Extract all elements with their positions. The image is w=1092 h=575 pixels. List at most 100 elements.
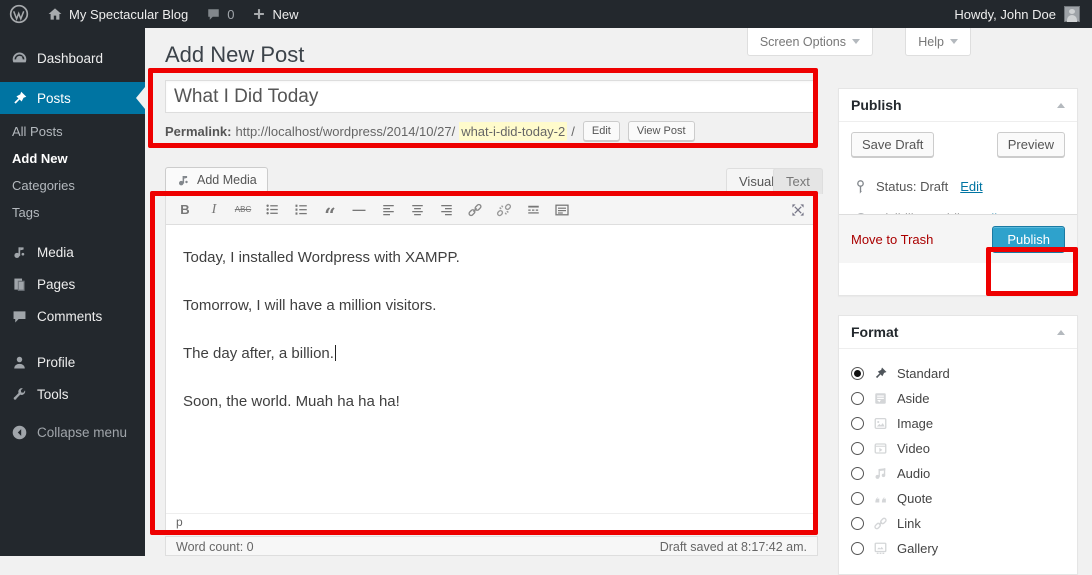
radio-selected[interactable] xyxy=(851,367,864,380)
tab-text[interactable]: Text xyxy=(773,168,823,194)
format-option-label: Image xyxy=(897,416,933,431)
submenu-item-categories[interactable]: Categories xyxy=(0,172,145,199)
format-option-link[interactable]: Link xyxy=(851,511,1065,536)
sidebar-item-label: Tools xyxy=(37,387,69,402)
text-cursor xyxy=(335,345,336,361)
sidebar-item-posts[interactable]: Posts xyxy=(0,82,145,114)
horizontal-rule-button[interactable]: — xyxy=(348,199,370,221)
user-avatar[interactable] xyxy=(1064,6,1080,22)
radio-unselected[interactable] xyxy=(851,392,864,405)
word-count-value: 0 xyxy=(247,540,254,554)
submenu-item-tags[interactable]: Tags xyxy=(0,199,145,226)
element-path-bar[interactable]: p xyxy=(166,513,817,531)
align-left-icon xyxy=(381,202,396,217)
aside-icon xyxy=(873,391,888,406)
remove-link-button[interactable] xyxy=(493,199,515,221)
more-tag-button[interactable] xyxy=(522,199,544,221)
format-option-video[interactable]: Video xyxy=(851,436,1065,461)
collapse-menu-label: Collapse menu xyxy=(37,425,127,440)
format-option-aside[interactable]: Aside xyxy=(851,386,1065,411)
horizontal-rule-icon: — xyxy=(353,202,366,217)
radio-unselected[interactable] xyxy=(851,492,864,505)
sidebar-item-media[interactable]: Media xyxy=(0,236,145,268)
publish-panel-header[interactable]: Publish xyxy=(839,89,1077,122)
chevron-down-icon xyxy=(852,39,860,48)
insert-link-button[interactable] xyxy=(464,199,486,221)
publish-panel-title: Publish xyxy=(851,97,902,113)
strikethrough-button[interactable]: ABC xyxy=(232,199,254,221)
editor-paragraph: The day after, a billion. xyxy=(183,343,800,365)
italic-icon: I xyxy=(212,202,217,218)
posts-submenu: All Posts Add New Categories Tags xyxy=(0,114,145,236)
fullscreen-button[interactable] xyxy=(787,199,809,221)
help-tab[interactable]: Help xyxy=(905,28,971,56)
view-post-button[interactable]: View Post xyxy=(628,121,695,141)
sidebar-item-pages[interactable]: Pages xyxy=(0,268,145,300)
collapse-icon xyxy=(11,424,28,441)
wordpress-logo-icon[interactable] xyxy=(0,0,38,28)
format-panel-header[interactable]: Format xyxy=(839,316,1077,349)
permalink-slug[interactable]: what-i-did-today-2 xyxy=(459,122,567,141)
new-content-menu[interactable]: New xyxy=(243,0,307,28)
numbered-list-button[interactable] xyxy=(290,199,312,221)
permalink-label: Permalink: xyxy=(165,124,231,139)
quote-icon xyxy=(873,491,888,506)
submenu-item-all-posts[interactable]: All Posts xyxy=(0,118,145,145)
site-menu[interactable]: My Spectacular Blog xyxy=(38,0,197,28)
radio-unselected[interactable] xyxy=(851,417,864,430)
toolbar-toggle-button[interactable] xyxy=(551,199,573,221)
screen-options-tab[interactable]: Screen Options xyxy=(747,28,873,56)
align-right-icon xyxy=(439,202,454,217)
format-option-gallery[interactable]: Gallery xyxy=(851,536,1065,561)
chevron-down-icon xyxy=(950,39,958,48)
permalink-row: Permalink: http://localhost/wordpress/20… xyxy=(165,121,818,141)
format-option-quote[interactable]: Quote xyxy=(851,486,1065,511)
align-right-button[interactable] xyxy=(435,199,457,221)
blockquote-button[interactable]: “ xyxy=(319,199,341,221)
radio-unselected[interactable] xyxy=(851,442,864,455)
sidebar-item-dashboard[interactable]: Dashboard xyxy=(0,42,145,74)
sidebar-item-profile[interactable]: Profile xyxy=(0,346,145,378)
editor-paragraph: Tomorrow, I will have a million visitors… xyxy=(183,295,800,317)
move-to-trash-link[interactable]: Move to Trash xyxy=(851,232,933,247)
collapse-panel-icon[interactable] xyxy=(1057,99,1065,108)
pushpin-icon xyxy=(11,90,28,107)
format-option-standard[interactable]: Standard xyxy=(851,361,1065,386)
collapse-menu-button[interactable]: Collapse menu xyxy=(0,416,145,448)
format-option-label: Standard xyxy=(897,366,950,381)
pages-icon xyxy=(11,276,28,293)
sidebar-item-comments[interactable]: Comments xyxy=(0,300,145,332)
align-center-button[interactable] xyxy=(406,199,428,221)
add-media-button[interactable]: Add Media xyxy=(165,167,268,193)
help-label: Help xyxy=(918,35,944,49)
bold-button[interactable]: B xyxy=(174,199,196,221)
howdy-text[interactable]: Howdy, John Doe xyxy=(954,7,1056,22)
collapse-panel-icon[interactable] xyxy=(1057,326,1065,335)
editor-content-area[interactable]: Today, I installed Wordpress with XAMPP.… xyxy=(166,225,817,513)
format-option-label: Video xyxy=(897,441,930,456)
status-text: Status: Draft xyxy=(876,179,948,194)
radio-unselected[interactable] xyxy=(851,467,864,480)
preview-button[interactable]: Preview xyxy=(997,132,1065,157)
post-title-input[interactable] xyxy=(165,80,818,113)
format-option-image[interactable]: Image xyxy=(851,411,1065,436)
edit-permalink-button[interactable]: Edit xyxy=(583,121,620,141)
publish-button[interactable]: Publish xyxy=(992,226,1065,253)
bold-icon: B xyxy=(180,202,189,217)
align-left-button[interactable] xyxy=(377,199,399,221)
wrench-icon xyxy=(11,386,28,403)
italic-button[interactable]: I xyxy=(203,199,225,221)
sidebar-item-label: Dashboard xyxy=(37,51,103,66)
format-option-audio[interactable]: Audio xyxy=(851,461,1065,486)
edit-status-link[interactable]: Edit xyxy=(960,179,982,194)
comments-bubble[interactable]: 0 xyxy=(197,0,243,28)
save-draft-button[interactable]: Save Draft xyxy=(851,132,934,157)
sidebar-item-tools[interactable]: Tools xyxy=(0,378,145,410)
comment-icon xyxy=(206,7,221,22)
radio-unselected[interactable] xyxy=(851,542,864,555)
publish-panel: Publish Save Draft Preview Status: Draft… xyxy=(838,88,1078,296)
submenu-item-add-new[interactable]: Add New xyxy=(0,145,145,172)
format-panel-title: Format xyxy=(851,324,898,340)
radio-unselected[interactable] xyxy=(851,517,864,530)
bulleted-list-button[interactable] xyxy=(261,199,283,221)
